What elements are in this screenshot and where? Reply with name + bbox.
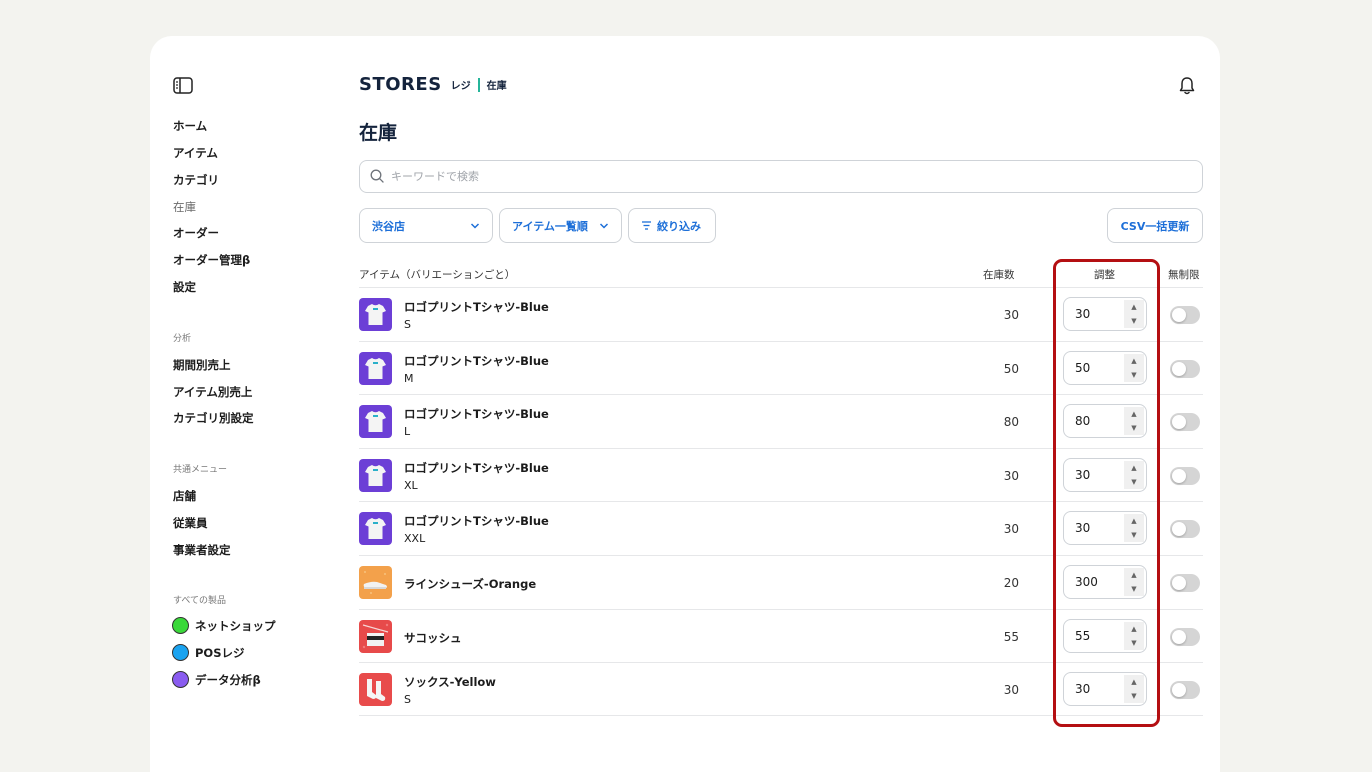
brand-section: 在庫 [486,81,507,92]
sidebar-item-sales-by-item[interactable]: アイテム別売上 [173,384,252,400]
stock-count: 30 [1003,468,1019,483]
sidebar-toggle-icon[interactable] [173,77,193,94]
brand-separator [477,77,480,92]
sidebar-section-common: 共通メニュー [173,465,228,475]
unlimited-toggle[interactable] [1170,413,1200,432]
sidebar-item-staff[interactable]: 従業員 [173,515,208,531]
product-label: データ分析β [195,673,261,687]
brand-product: レジ [450,81,471,92]
product-label: POSレジ [195,646,245,660]
store-select[interactable]: 渋谷店 [359,208,493,243]
item-thumbnail-shoes [359,566,392,599]
item-variant: XXL [404,532,426,546]
item-thumbnail-socks [359,673,392,707]
sidebar-item-inventory[interactable]: 在庫 [173,199,196,215]
item-name: ロゴプリントTシャツ-Blue [404,407,549,422]
sidebar-item-settings-by-category[interactable]: カテゴリ別設定 [173,410,254,426]
sidebar-item-home[interactable]: ホーム [173,118,207,134]
analytics-icon [172,671,189,688]
csv-update-label: CSV一括更新 [1120,219,1190,233]
stock-count: 30 [1003,308,1019,322]
csv-update-button[interactable]: CSV一括更新 [1107,208,1203,243]
item-thumbnail-sacoche [359,619,392,653]
brand-header[interactable]: STORES レジ 在庫 [359,74,507,95]
filter-icon [642,221,651,230]
unlimited-toggle[interactable] [1170,466,1200,485]
chevron-down-icon [470,223,480,229]
search-input[interactable] [359,160,1203,193]
stock-count: 50 [1003,361,1019,376]
app-window: ホーム アイテム カテゴリ 在庫 オーダー オーダー管理β 設定 分析 期間別売… [150,36,1220,772]
stock-count: 20 [1003,576,1019,590]
sidebar-section-products: すべての製品 [173,596,227,606]
page-title: 在庫 [359,122,398,144]
item-name: サコッシュ [404,630,462,645]
sidebar-item-settings[interactable]: 設定 [173,279,196,295]
store-select-label: 渋谷店 [372,219,405,233]
unlimited-toggle[interactable] [1170,627,1200,646]
item-variant: XL [404,478,418,492]
unlimited-toggle[interactable] [1170,681,1200,700]
sidebar-section-analysis: 分析 [173,334,192,344]
filter-button[interactable]: 絞り込み [628,208,716,243]
sidebar-item-items[interactable]: アイテム [173,145,218,161]
unlimited-toggle[interactable] [1170,520,1200,539]
item-name: ラインシューズ-Orange [404,577,537,591]
item-name: ロゴプリントTシャツ-Blue [404,514,549,529]
item-name: ロゴプリントTシャツ-Blue [404,460,549,475]
filter-button-label: 絞り込み [657,219,701,233]
search-icon [370,169,384,183]
item-name: ロゴプリントTシャツ-Blue [404,300,549,314]
chevron-down-icon [599,223,609,229]
item-variant: L [404,425,411,439]
sidebar-item-categories[interactable]: カテゴリ [173,172,219,188]
item-variant: M [404,371,414,385]
sidebar-item-business-settings[interactable]: 事業者設定 [173,542,231,558]
bell-icon[interactable] [1178,76,1196,96]
stock-count: 80 [1003,415,1019,430]
product-label: ネットショップ [195,619,276,633]
pos-icon [172,644,189,661]
column-header-item: アイテム（バリエーションごと） [359,269,516,281]
sidebar-item-order-management[interactable]: オーダー管理β [173,252,250,268]
item-name: ロゴプリントTシャツ-Blue [404,353,549,368]
item-variant: S [404,318,411,331]
item-thumbnail-tshirt [359,405,392,439]
item-thumbnail-tshirt [359,512,392,546]
stock-count: 30 [1003,683,1019,698]
sidebar-item-stores[interactable]: 店舗 [173,488,196,504]
item-name: ソックス-Yellow [404,675,496,690]
sort-select[interactable]: アイテム一覧順 [499,208,622,243]
netshop-icon [172,617,189,634]
adjust-column-highlight [1053,259,1160,727]
unlimited-toggle[interactable] [1170,306,1200,324]
unlimited-toggle[interactable] [1170,359,1200,378]
stock-count: 55 [1003,629,1019,644]
sidebar-item-sales-by-period[interactable]: 期間別売上 [173,357,231,373]
item-thumbnail-tshirt [359,298,392,331]
item-thumbnail-tshirt [359,458,392,492]
brand-logo: STORES [359,74,442,95]
stock-count: 30 [1003,522,1019,537]
unlimited-toggle[interactable] [1170,574,1200,592]
item-thumbnail-tshirt [359,351,392,385]
sort-select-label: アイテム一覧順 [512,219,588,233]
column-header-stock: 在庫数 [983,269,1015,281]
sidebar-item-orders[interactable]: オーダー [173,225,219,241]
item-variant: S [404,693,411,707]
column-header-unlimited: 無制限 [1168,269,1200,281]
